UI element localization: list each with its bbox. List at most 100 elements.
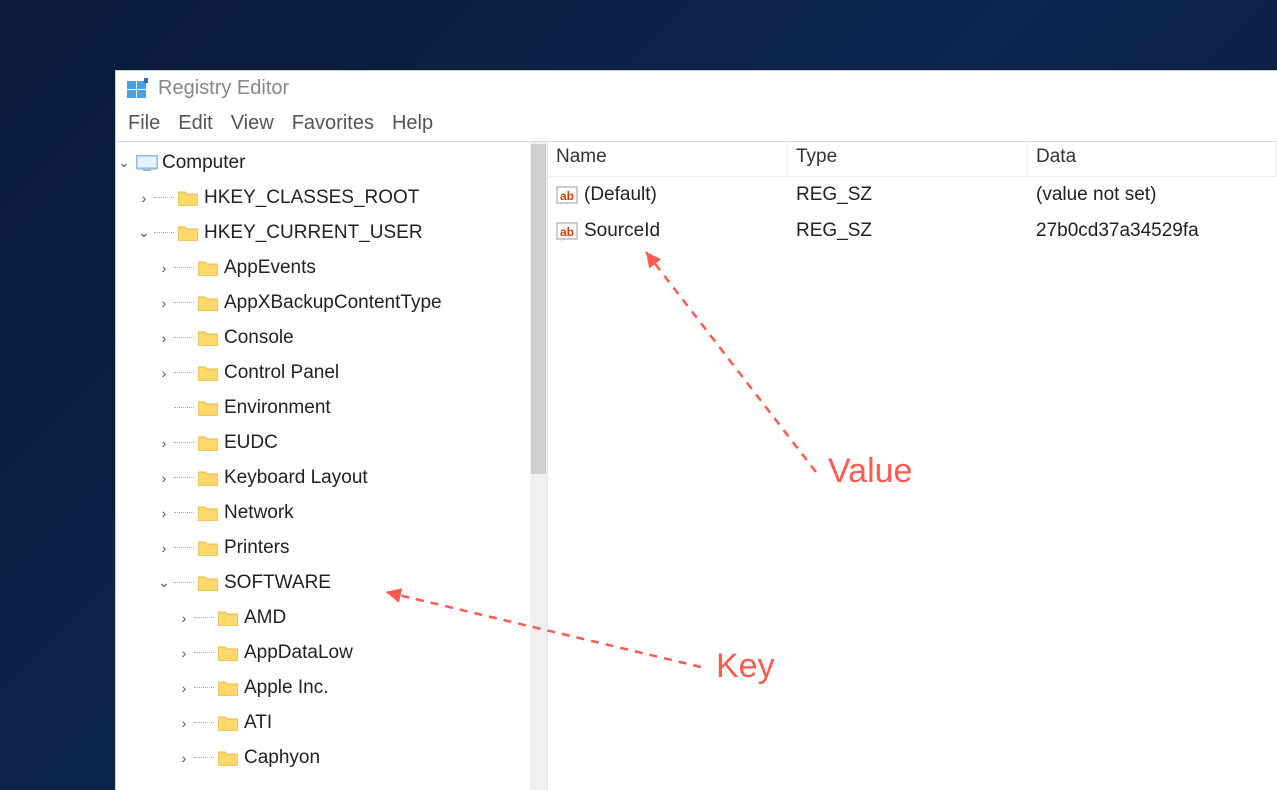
folder-icon bbox=[198, 294, 218, 312]
tree-root-computer[interactable]: ⌄ Computer bbox=[116, 145, 531, 180]
chevron-down-icon[interactable]: ⌄ bbox=[156, 575, 172, 591]
tree-label: Computer bbox=[162, 152, 245, 174]
tree-label: Control Panel bbox=[224, 362, 339, 384]
value-row-default[interactable]: ab (Default) REG_SZ (value not set) bbox=[548, 177, 1277, 213]
tree-label: AMD bbox=[244, 607, 286, 629]
tree-label: EUDC bbox=[224, 432, 278, 454]
tree-node-caphyon[interactable]: › Caphyon bbox=[116, 740, 531, 775]
menu-view[interactable]: View bbox=[225, 110, 280, 137]
folder-icon bbox=[218, 679, 238, 697]
chevron-right-icon[interactable]: › bbox=[156, 260, 172, 276]
folder-icon bbox=[198, 434, 218, 452]
column-type[interactable]: Type bbox=[788, 142, 1028, 176]
tree-node-hkcr[interactable]: › HKEY_CLASSES_ROOT bbox=[116, 180, 531, 215]
chevron-right-icon[interactable]: › bbox=[156, 330, 172, 346]
folder-icon bbox=[198, 259, 218, 277]
value-type: REG_SZ bbox=[788, 184, 1028, 206]
folder-icon bbox=[198, 329, 218, 347]
menu-favorites[interactable]: Favorites bbox=[286, 110, 380, 137]
tree-node-appdatalow[interactable]: › AppDataLow bbox=[116, 635, 531, 670]
menu-edit[interactable]: Edit bbox=[172, 110, 218, 137]
titlebar: Registry Editor bbox=[116, 71, 1277, 106]
list-header: Name Type Data bbox=[548, 142, 1277, 177]
chevron-right-icon[interactable]: › bbox=[176, 750, 192, 766]
tree-label: AppDataLow bbox=[244, 642, 353, 664]
tree-node-eudc[interactable]: › EUDC bbox=[116, 425, 531, 460]
reg-string-icon: ab bbox=[556, 220, 578, 242]
svg-text:ab: ab bbox=[560, 189, 574, 203]
value-type: REG_SZ bbox=[788, 220, 1028, 242]
chevron-right-icon[interactable]: › bbox=[156, 540, 172, 556]
column-data[interactable]: Data bbox=[1028, 142, 1277, 176]
chevron-right-icon[interactable]: › bbox=[156, 435, 172, 451]
folder-icon bbox=[198, 469, 218, 487]
reg-string-icon: ab bbox=[556, 184, 578, 206]
tree-node-network[interactable]: › Network bbox=[116, 495, 531, 530]
column-name[interactable]: Name bbox=[548, 142, 788, 176]
folder-icon bbox=[198, 364, 218, 382]
tree-node-appxbackup[interactable]: › AppXBackupContentType bbox=[116, 285, 531, 320]
tree-label: Console bbox=[224, 327, 294, 349]
tree-label: Apple Inc. bbox=[244, 677, 329, 699]
menu-help[interactable]: Help bbox=[386, 110, 439, 137]
registry-tree[interactable]: ⌄ Computer › bbox=[116, 142, 531, 775]
value-data: 27b0cd37a34529fa bbox=[1028, 220, 1277, 242]
registry-editor-window: Registry Editor File Edit View Favorites… bbox=[115, 70, 1277, 790]
folder-icon bbox=[198, 574, 218, 592]
tree-node-printers[interactable]: › Printers bbox=[116, 530, 531, 565]
window-title: Registry Editor bbox=[158, 77, 289, 100]
tree-label: Caphyon bbox=[244, 747, 320, 769]
values-pane: Name Type Data ab (Default) REG_SZ bbox=[548, 142, 1277, 790]
tree-label: HKEY_CURRENT_USER bbox=[204, 222, 423, 244]
tree-label: HKEY_CLASSES_ROOT bbox=[204, 187, 419, 209]
tree-node-environment[interactable]: · Environment bbox=[116, 390, 531, 425]
chevron-right-icon[interactable]: › bbox=[156, 505, 172, 521]
tree-label: Environment bbox=[224, 397, 331, 419]
tree-pane: ⌄ Computer › bbox=[116, 142, 548, 790]
folder-icon bbox=[218, 749, 238, 767]
scrollbar-thumb[interactable] bbox=[531, 144, 546, 474]
folder-icon bbox=[178, 189, 198, 207]
chevron-right-icon[interactable]: › bbox=[176, 715, 192, 731]
value-name: (Default) bbox=[584, 184, 657, 206]
tree-node-amd[interactable]: › AMD bbox=[116, 600, 531, 635]
folder-icon bbox=[218, 714, 238, 732]
svg-text:ab: ab bbox=[560, 225, 574, 239]
tree-node-console[interactable]: › Console bbox=[116, 320, 531, 355]
folder-icon bbox=[198, 539, 218, 557]
chevron-right-icon[interactable]: › bbox=[176, 610, 192, 626]
folder-icon bbox=[178, 224, 198, 242]
tree-scrollbar[interactable] bbox=[530, 142, 547, 790]
chevron-right-icon[interactable]: › bbox=[176, 680, 192, 696]
chevron-down-icon[interactable]: ⌄ bbox=[136, 225, 152, 241]
tree-label: AppEvents bbox=[224, 257, 316, 279]
folder-icon bbox=[218, 609, 238, 627]
menubar: File Edit View Favorites Help bbox=[116, 106, 1277, 141]
tree-node-appevents[interactable]: › AppEvents bbox=[116, 250, 531, 285]
tree-node-hkcu[interactable]: ⌄ HKEY_CURRENT_USER bbox=[116, 215, 531, 250]
menu-file[interactable]: File bbox=[122, 110, 166, 137]
folder-icon bbox=[198, 504, 218, 522]
chevron-right-icon[interactable]: › bbox=[156, 470, 172, 486]
value-row-sourceid[interactable]: ab SourceId REG_SZ 27b0cd37a34529fa bbox=[548, 213, 1277, 249]
tree-label: Keyboard Layout bbox=[224, 467, 368, 489]
chevron-right-icon[interactable]: › bbox=[156, 295, 172, 311]
tree-node-keyboard[interactable]: › Keyboard Layout bbox=[116, 460, 531, 495]
tree-node-software[interactable]: ⌄ SOFTWARE bbox=[116, 565, 531, 600]
regedit-app-icon bbox=[126, 78, 148, 100]
tree-label: SOFTWARE bbox=[224, 572, 331, 594]
chevron-down-icon[interactable]: ⌄ bbox=[116, 155, 132, 171]
folder-icon bbox=[198, 399, 218, 417]
tree-label: Network bbox=[224, 502, 294, 524]
value-data: (value not set) bbox=[1028, 184, 1277, 206]
tree-label: AppXBackupContentType bbox=[224, 292, 442, 314]
tree-label: ATI bbox=[244, 712, 272, 734]
chevron-right-icon[interactable]: › bbox=[176, 645, 192, 661]
chevron-right-icon[interactable]: › bbox=[156, 365, 172, 381]
tree-node-apple[interactable]: › Apple Inc. bbox=[116, 670, 531, 705]
value-name: SourceId bbox=[584, 220, 660, 242]
tree-node-ati[interactable]: › ATI bbox=[116, 705, 531, 740]
tree-node-controlpanel[interactable]: › Control Panel bbox=[116, 355, 531, 390]
chevron-right-icon[interactable]: › bbox=[136, 190, 152, 206]
content-split: ⌄ Computer › bbox=[116, 141, 1277, 790]
